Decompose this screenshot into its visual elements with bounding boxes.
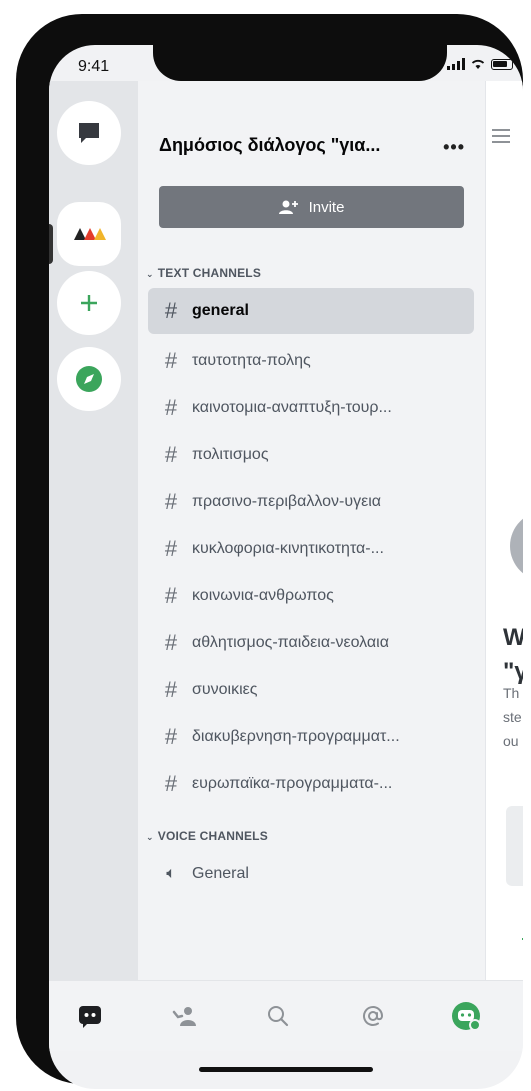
text-line: Th [503, 685, 520, 701]
channel-name: general [192, 302, 249, 319]
channel-item[interactable]: # ταυτοτητα-πολης [148, 338, 474, 384]
channel-item[interactable]: # διακυβερνηση-προγραμματ... [148, 714, 474, 760]
explore-servers-button[interactable] [57, 347, 121, 411]
server-rail [49, 81, 139, 981]
profile-tab[interactable] [449, 999, 483, 1033]
hash-icon: # [164, 442, 178, 467]
signal-icon [447, 58, 465, 70]
chevron-down-icon: ⌄ [146, 832, 154, 842]
channel-item[interactable]: # πολιτισμος [148, 432, 474, 478]
channel-name: διακυβερνηση-προγραμματ... [192, 728, 400, 745]
channel-item[interactable]: # καινοτομια-αναπτυξη-τουρ... [148, 385, 474, 431]
hash-icon: # [164, 630, 178, 655]
search-tab[interactable] [261, 999, 295, 1033]
heading-line: W [503, 624, 523, 651]
hash-icon: # [164, 395, 178, 420]
add-server-button[interactable] [57, 271, 121, 335]
server-options-button[interactable]: ••• [443, 137, 465, 158]
server-name[interactable]: Δημόσιος διάλογος "για... [159, 135, 459, 156]
bottom-tab-bar [49, 980, 523, 1051]
friends-tab[interactable] [168, 999, 202, 1033]
hash-icon: # [164, 724, 178, 749]
add-person-icon [278, 200, 298, 214]
text-line: ou [503, 733, 519, 749]
home-indicator [199, 1067, 373, 1072]
hash-icon: # [164, 536, 178, 561]
channel-name: πολιτισμος [192, 446, 269, 463]
invite-label: Invite [308, 198, 345, 216]
hash-icon: # [164, 677, 178, 702]
preview-divider [522, 938, 523, 940]
channel-name: κοινωνια-ανθρωπος [192, 587, 334, 604]
profile-avatar-icon [452, 1002, 481, 1031]
chat-preview-pane[interactable]: W "γ Th ste ou [485, 81, 523, 1016]
hash-icon: # [164, 298, 178, 323]
battery-icon [491, 58, 513, 70]
welcome-heading: W "γ [503, 621, 523, 689]
text-channels-header[interactable]: ⌄ TEXT CHANNELS [146, 266, 261, 280]
channel-item[interactable]: # συνοικιες [148, 667, 474, 713]
device-notch [153, 45, 447, 81]
compass-icon [76, 366, 102, 392]
voice-channels-header[interactable]: ⌄ VOICE CHANNELS [146, 829, 268, 843]
hash-icon: # [164, 583, 178, 608]
chat-bubble-icon [79, 123, 99, 143]
discord-logo-icon [79, 1006, 101, 1028]
mentions-tab[interactable] [356, 999, 390, 1033]
channel-name: ευρωπαϊκα-προγραμματα-... [192, 775, 393, 792]
channel-name: αθλητισμος-παιδεια-νεολαια [192, 634, 389, 651]
at-sign-icon [363, 1006, 384, 1026]
section-label: TEXT CHANNELS [157, 266, 262, 280]
phone-frame: 9:41 Δημόσιος διάλογος "για... ••• Invit… [16, 14, 523, 1089]
channel-name: καινοτομια-αναπτυξη-τουρ... [192, 399, 392, 416]
channel-name: κυκλοφορια-κινητικοτητα-... [192, 540, 384, 557]
channel-item[interactable]: # κοινωνια-ανθρωπος [148, 573, 474, 619]
server-icon[interactable] [57, 202, 121, 266]
invite-button[interactable]: Invite [159, 186, 464, 228]
search-icon [268, 1006, 289, 1027]
section-label: VOICE CHANNELS [157, 829, 268, 843]
status-time: 9:41 [78, 58, 110, 75]
channel-item[interactable]: # κυκλοφορια-κινητικοτητα-... [148, 526, 474, 572]
channel-name: συνοικιες [192, 681, 258, 698]
preview-card [506, 806, 523, 886]
hash-icon: # [164, 771, 178, 796]
voice-channel-general[interactable]: 🔈︎ General [148, 851, 474, 897]
channel-item[interactable]: # ευρωπαϊκα-προγραμματα-... [148, 761, 474, 807]
chevron-down-icon: ⌄ [146, 269, 154, 279]
home-tab[interactable] [73, 999, 107, 1033]
speaker-icon: 🔈︎ [166, 865, 176, 882]
wave-person-icon [172, 1007, 196, 1026]
channel-name: ταυτοτητα-πολης [192, 352, 311, 369]
channel-general[interactable]: # general [148, 288, 474, 334]
hash-icon: # [164, 348, 178, 373]
channel-name: General [192, 865, 249, 882]
channel-name: πρασινο-περιβαλλον-υγεια [192, 493, 381, 510]
channel-item[interactable]: # αθλητισμος-παιδεια-νεολαια [148, 620, 474, 666]
status-icons [447, 58, 513, 70]
channel-item[interactable]: # πρασινο-περιβαλλον-υγεια [148, 479, 474, 525]
server-logo [74, 228, 106, 240]
avatar [510, 511, 523, 581]
selected-server-indicator [49, 224, 53, 264]
channel-panel: Δημόσιος διάλογος "για... ••• Invite ⌄ TE… [138, 81, 485, 1016]
plus-icon [81, 295, 97, 311]
hash-icon: # [164, 489, 178, 514]
app-screen: 9:41 Δημόσιος διάλογος "για... ••• Invit… [49, 45, 523, 1089]
welcome-text: Th ste ou [503, 681, 522, 753]
text-line: ste [503, 709, 522, 725]
wifi-icon [471, 59, 485, 69]
direct-messages-button[interactable] [57, 101, 121, 165]
hamburger-icon[interactable] [492, 129, 510, 147]
